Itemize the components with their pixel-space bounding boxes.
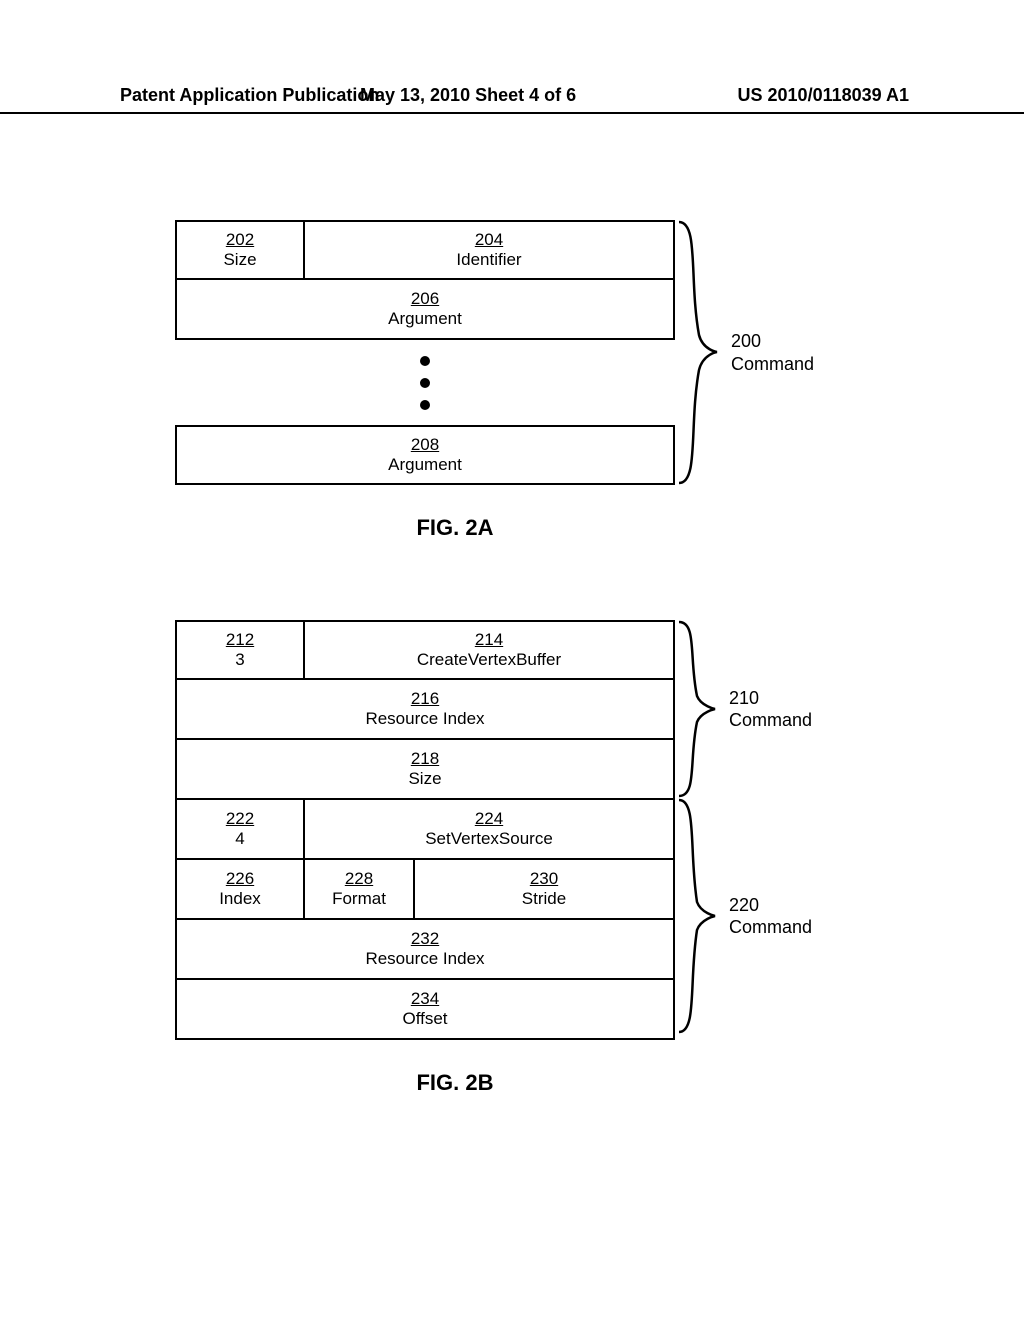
page-header: Patent Application Publication May 13, 2…: [0, 85, 1024, 114]
brace-icon: [677, 620, 717, 798]
figure-2a: 202 Size 204 Identifier 206 Argument: [175, 220, 735, 541]
cell-226: 226 Index: [175, 860, 305, 920]
brace-210: 210 Command: [677, 620, 812, 798]
dot-icon: [420, 400, 430, 410]
cell-202-size: 202 Size: [175, 220, 305, 280]
brace-220-label: 220 Command: [729, 894, 812, 939]
brace-210-label: 210 Command: [729, 687, 812, 732]
brace-200-label: 200 Command: [731, 330, 814, 375]
header-publication: Patent Application Publication: [0, 85, 379, 106]
cell-224: 224 SetVertexSource: [305, 800, 675, 860]
cell-204-identifier: 204 Identifier: [305, 220, 675, 280]
page: Patent Application Publication May 13, 2…: [0, 0, 1024, 1320]
brace-icon: [677, 798, 717, 1034]
cell-228: 228 Format: [305, 860, 415, 920]
figure-2b-diagram: 212 3 214 CreateVertexBuffer 216 Resourc…: [175, 620, 675, 1040]
figure-2a-diagram: 202 Size 204 Identifier 206 Argument: [175, 220, 675, 485]
brace-200: 200 Command: [677, 220, 814, 485]
ellipsis-dots: [175, 340, 675, 425]
cell-212: 212 3: [175, 620, 305, 680]
brace-icon: [677, 220, 719, 485]
cell-234: 234 Offset: [175, 980, 675, 1040]
cell-214: 214 CreateVertexBuffer: [305, 620, 675, 680]
cell-222: 222 4: [175, 800, 305, 860]
cell-216: 216 Resource Index: [175, 680, 675, 740]
cell-206-argument: 206 Argument: [175, 280, 675, 340]
cell-218: 218 Size: [175, 740, 675, 800]
cell-208-argument: 208 Argument: [175, 425, 675, 485]
cell-232: 232 Resource Index: [175, 920, 675, 980]
dot-icon: [420, 378, 430, 388]
header-date-sheet: May 13, 2010 Sheet 4 of 6: [360, 85, 576, 106]
brace-220: 220 Command: [677, 798, 812, 1034]
figure-2b: 212 3 214 CreateVertexBuffer 216 Resourc…: [175, 620, 735, 1096]
figure-2a-caption: FIG. 2A: [175, 515, 735, 541]
figure-2b-caption: FIG. 2B: [175, 1070, 735, 1096]
cell-230: 230 Stride: [415, 860, 675, 920]
dot-icon: [420, 356, 430, 366]
header-pub-number: US 2010/0118039 A1: [738, 85, 909, 106]
